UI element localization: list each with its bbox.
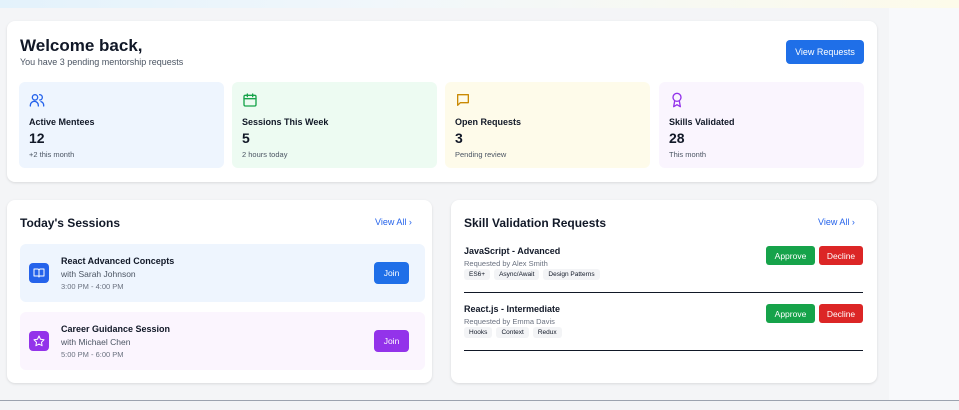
session-title: React Advanced Concepts <box>61 256 175 266</box>
calendar-icon <box>243 93 257 107</box>
approve-button[interactable]: Approve <box>766 246 815 265</box>
book-icon <box>29 263 49 283</box>
skill-request-item: React.js - Intermediate Requested by Emm… <box>464 304 863 351</box>
stat-active-mentees: Active Mentees 12 +2 this month <box>19 82 224 168</box>
skill-request-title: JavaScript - Advanced <box>464 246 561 256</box>
skills-view-all-link[interactable]: View All › <box>818 217 855 227</box>
stat-note: +2 this month <box>29 150 75 159</box>
skill-request-title: React.js - Intermediate <box>464 304 561 314</box>
stat-label: Open Requests <box>455 117 522 127</box>
stat-note: This month <box>669 150 707 159</box>
stat-value: 3 <box>455 130 463 146</box>
session-item: Career Guidance Session with Michael Che… <box>20 312 425 370</box>
skill-tag: Hooks <box>464 327 493 338</box>
skill-validation-title: Skill Validation Requests <box>464 216 607 230</box>
join-session-button[interactable]: Join <box>374 330 409 352</box>
approve-button[interactable]: Approve <box>766 304 815 323</box>
stat-value: 28 <box>669 130 685 146</box>
stat-value: 5 <box>242 130 250 146</box>
stat-sessions-this-week: Sessions This Week 5 2 hours today <box>232 82 437 168</box>
message-icon <box>457 94 469 106</box>
skill-tags: ES6+ Async/Await Design Patterns <box>464 269 600 280</box>
stat-label: Skills Validated <box>669 117 735 127</box>
session-title: Career Guidance Session <box>61 324 171 334</box>
skill-requester: Requested by Alex Smith <box>464 259 548 268</box>
stat-note: Pending review <box>455 150 507 159</box>
skill-validation-card: Skill Validation Requests View All › Jav… <box>451 200 877 383</box>
top-gradient-strip <box>0 0 959 8</box>
skill-tag: ES6+ <box>464 269 491 280</box>
todays-sessions-card: Today's Sessions View All › React Advanc… <box>7 200 432 383</box>
decline-button[interactable]: Decline <box>819 304 863 323</box>
sessions-view-all-link[interactable]: View All › <box>375 217 412 227</box>
session-time: 5:00 PM - 6:00 PM <box>61 350 124 359</box>
session-mentee: with Michael Chen <box>61 337 131 347</box>
stat-value: 12 <box>29 130 45 146</box>
decline-button[interactable]: Decline <box>819 246 863 265</box>
bottom-bar <box>0 400 959 410</box>
welcome-card: Welcome back, You have 3 pending mentors… <box>7 21 877 182</box>
skill-tag: Design Patterns <box>543 269 600 280</box>
sessions-title: Today's Sessions <box>20 216 121 230</box>
stat-skills-validated: Skills Validated 28 This month <box>659 82 864 168</box>
stat-note: 2 hours today <box>242 150 288 159</box>
skill-tag: Redux <box>532 327 562 338</box>
users-icon <box>29 94 45 107</box>
award-icon <box>672 92 682 108</box>
skill-tag: Async/Await <box>494 269 540 280</box>
star-icon <box>29 331 49 351</box>
skill-tags: Hooks Context Redux <box>464 327 562 338</box>
welcome-subtitle: You have 3 pending mentorship requests <box>20 57 184 67</box>
right-rail <box>889 8 959 400</box>
view-requests-button[interactable]: View Requests <box>786 40 864 64</box>
skill-requester: Requested by Emma Davis <box>464 317 555 326</box>
session-mentee: with Sarah Johnson <box>61 269 136 279</box>
page-title: Welcome back, <box>20 36 143 55</box>
stat-open-requests: Open Requests 3 Pending review <box>445 82 650 168</box>
skill-request-item: JavaScript - Advanced Requested by Alex … <box>464 246 863 293</box>
session-time: 3:00 PM - 4:00 PM <box>61 282 124 291</box>
stat-label: Sessions This Week <box>242 117 329 127</box>
skill-tag: Context <box>496 327 529 338</box>
session-item: React Advanced Concepts with Sarah Johns… <box>20 244 425 302</box>
stat-label: Active Mentees <box>29 117 95 127</box>
join-session-button[interactable]: Join <box>374 262 409 284</box>
